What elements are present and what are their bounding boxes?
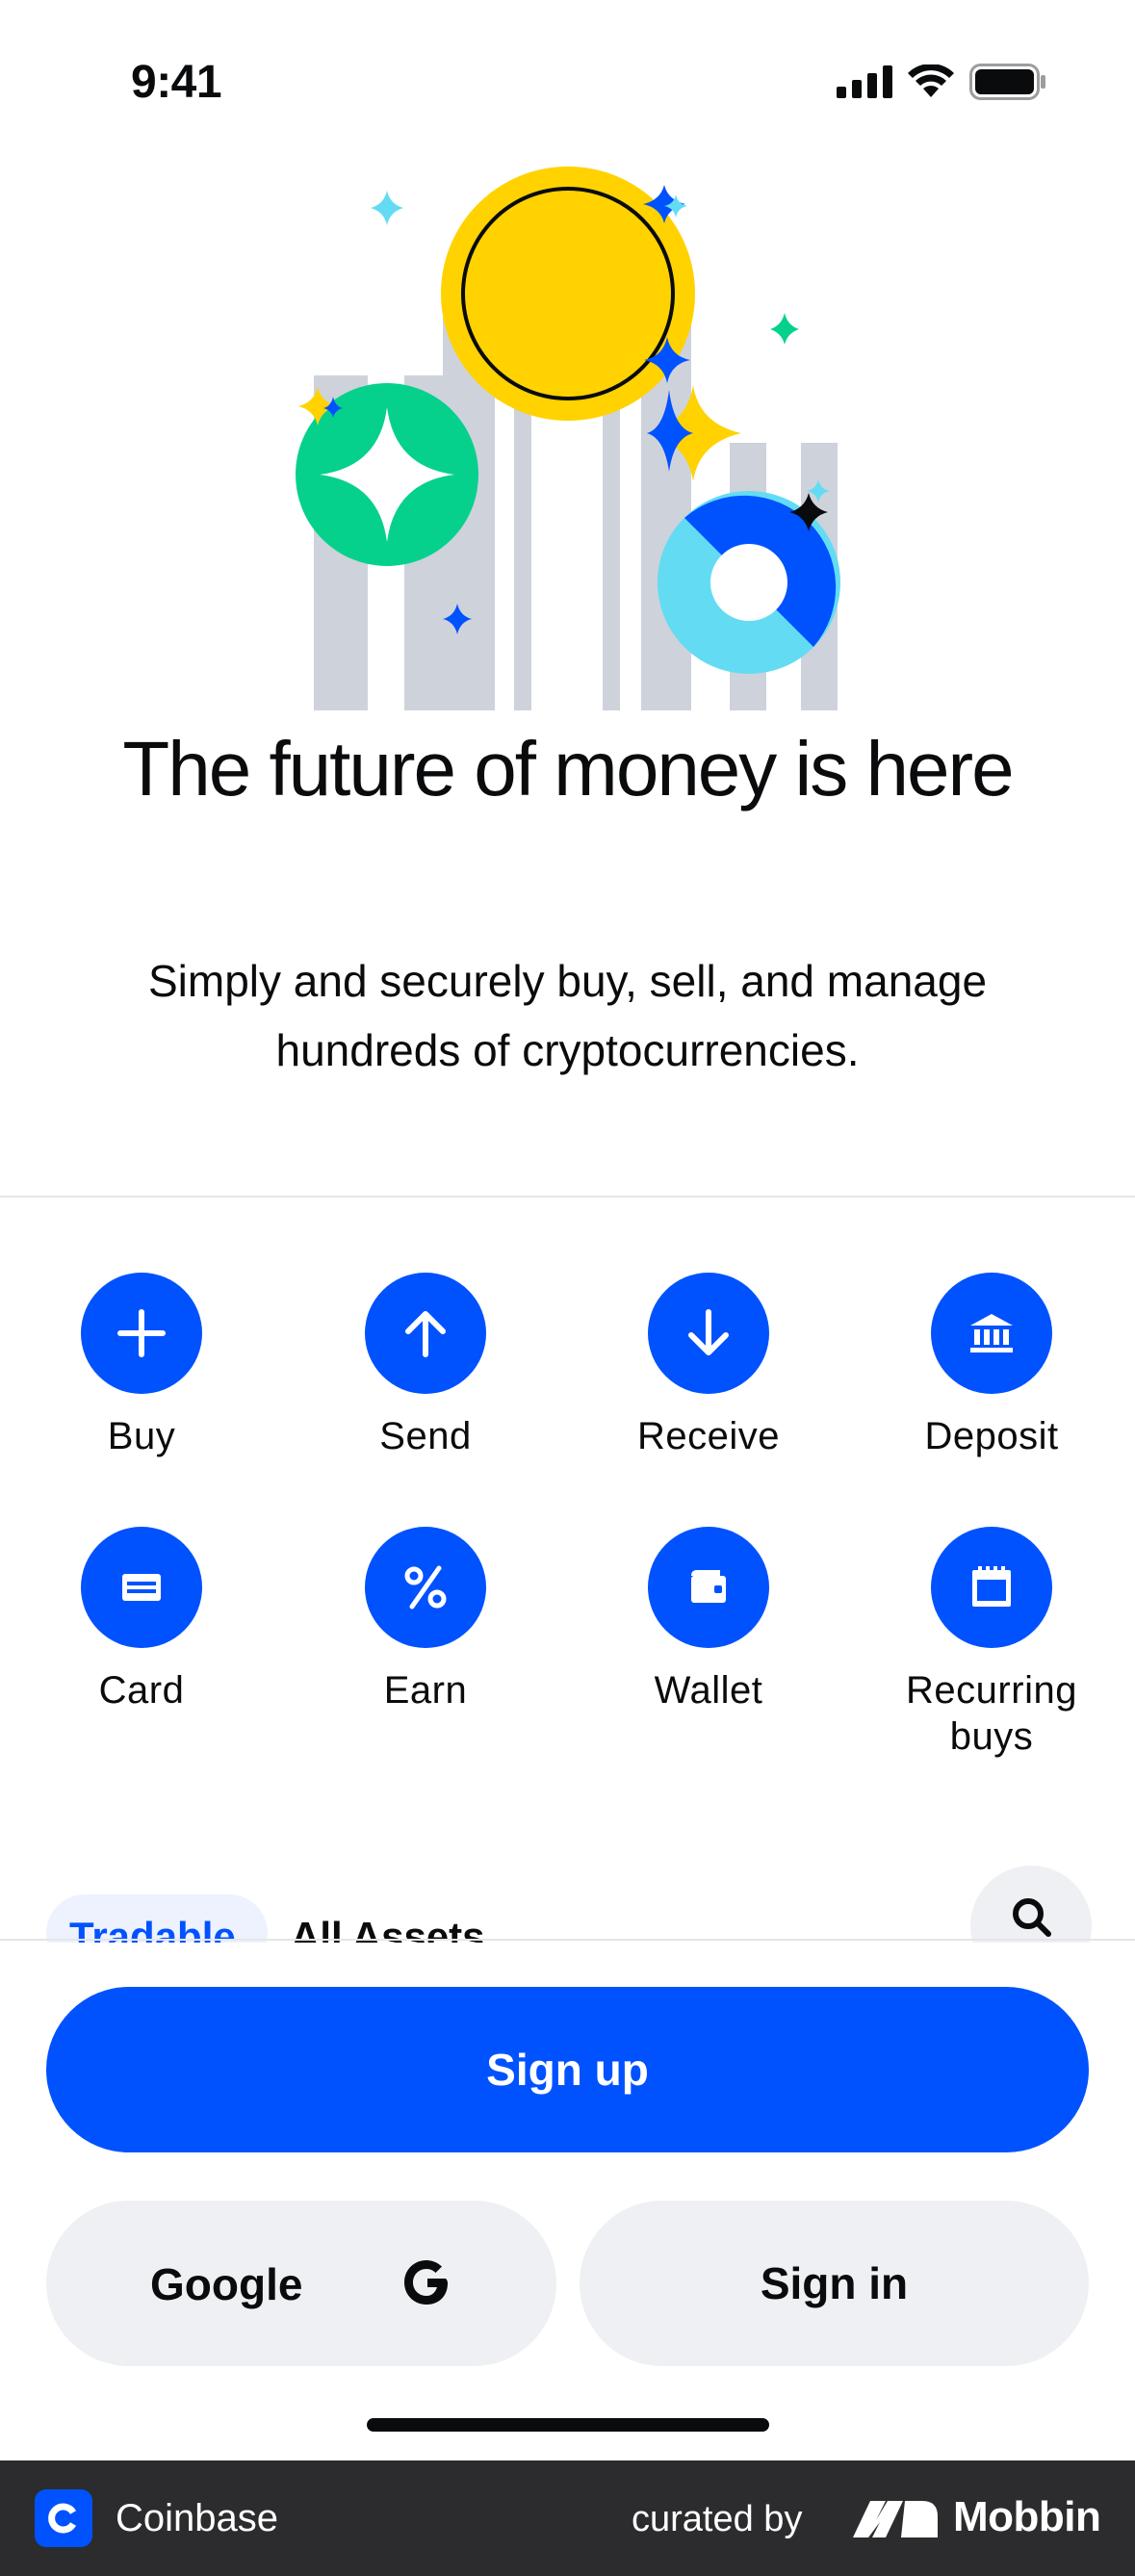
- card-icon: [122, 1574, 161, 1601]
- action-recurring-buys-label: Recurring buys: [906, 1669, 1077, 1758]
- action-deposit[interactable]: Deposit: [876, 1273, 1107, 1459]
- asset-filter-row: Tradable All Assets: [0, 1866, 1135, 1943]
- action-earn-circle[interactable]: [365, 1527, 486, 1648]
- action-buy[interactable]: Buy: [26, 1273, 257, 1459]
- status-icons: [837, 64, 1046, 100]
- action-wallet-circle[interactable]: [648, 1527, 769, 1648]
- sign-up-button[interactable]: Sign up: [46, 1987, 1089, 2152]
- search-icon: [1013, 1898, 1051, 1937]
- bottom-sheet-divider: [0, 1939, 1135, 1941]
- footer-brand: Mobbin: [953, 2493, 1101, 2540]
- action-card-circle[interactable]: [81, 1527, 202, 1648]
- action-send-label: Send: [379, 1415, 472, 1457]
- google-sign-in-button[interactable]: Google: [46, 2201, 556, 2366]
- asset-search-button[interactable]: [970, 1866, 1092, 1943]
- action-buy-circle[interactable]: [81, 1273, 202, 1394]
- wifi-icon: [908, 64, 954, 97]
- action-recurring-buys[interactable]: Recurring buys: [876, 1527, 1107, 1760]
- action-earn-label: Earn: [383, 1669, 468, 1712]
- action-wallet-label: Wallet: [654, 1669, 763, 1712]
- google-icon: [404, 2260, 448, 2305]
- mobbin-logo-icon: [853, 2501, 938, 2537]
- action-receive-label: Receive: [636, 1415, 780, 1457]
- home-indicator: [367, 2418, 769, 2432]
- percent-icon: [404, 1565, 447, 1610]
- action-wallet[interactable]: Wallet: [593, 1527, 824, 1713]
- mobbin-footer: Coinbase curated by Mobbin: [0, 2460, 1135, 2576]
- footer-app-name: Coinbase: [116, 2497, 279, 2539]
- footer-curated-by: curated by: [632, 2499, 803, 2539]
- action-send-circle[interactable]: [365, 1273, 486, 1394]
- coinbase-logo-icon: [35, 2489, 92, 2547]
- action-receive[interactable]: Receive: [593, 1273, 824, 1459]
- section-divider: [0, 1196, 1135, 1198]
- action-buy-label: Buy: [107, 1415, 176, 1457]
- status-bar: 9:41: [0, 0, 1135, 164]
- action-send[interactable]: Send: [310, 1273, 541, 1459]
- google-button-label: Google: [150, 2259, 303, 2309]
- hero-illustration: [296, 167, 840, 710]
- action-deposit-label: Deposit: [924, 1415, 1059, 1457]
- calendar-icon: [972, 1566, 1011, 1607]
- plus-icon: [117, 1309, 166, 1357]
- action-deposit-circle[interactable]: [931, 1273, 1052, 1394]
- battery-icon: [969, 64, 1045, 100]
- filter-tradable-chip[interactable]: Tradable: [46, 1894, 268, 1943]
- action-earn[interactable]: Earn: [310, 1527, 541, 1713]
- action-receive-circle[interactable]: [648, 1273, 769, 1394]
- bank-icon: [970, 1314, 1013, 1352]
- status-time: 9:41: [131, 57, 222, 108]
- hero-headline: The future of money is here: [122, 726, 1014, 811]
- arrow-down-icon: [688, 1309, 729, 1355]
- hero-subhead: Simply and securely buy, sell, and manag…: [147, 956, 988, 1075]
- action-card-label: Card: [98, 1669, 185, 1712]
- action-card[interactable]: Card: [26, 1527, 257, 1713]
- cellular-signal-icon: [837, 65, 892, 98]
- arrow-up-icon: [405, 1311, 446, 1357]
- sign-in-button[interactable]: Sign in: [580, 2201, 1089, 2366]
- wallet-icon: [691, 1570, 726, 1603]
- action-recurring-buys-circle[interactable]: [931, 1527, 1052, 1648]
